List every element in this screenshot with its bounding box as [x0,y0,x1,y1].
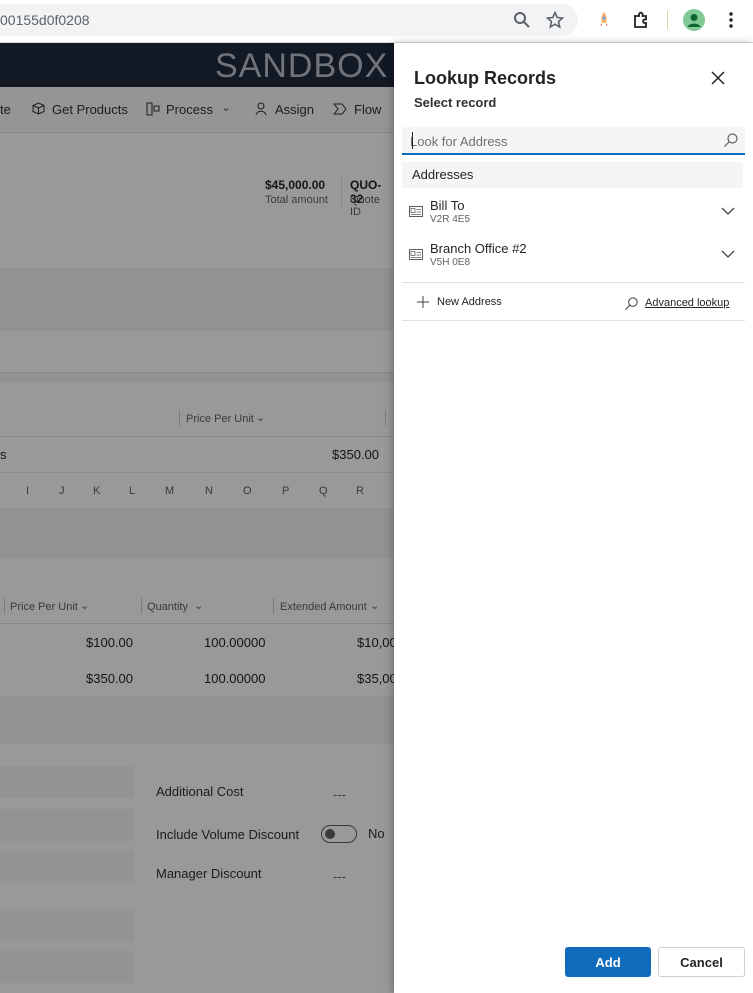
extension-rocket-icon[interactable] [593,9,615,31]
address-bar[interactable]: 00155d0f0208 [0,4,578,36]
advanced-lookup-link[interactable]: Advanced lookup [624,294,729,312]
add-button[interactable]: Add [565,947,651,977]
chevron-down-icon[interactable] [721,206,735,216]
address-bar-url[interactable]: 00155d0f0208 [0,12,90,28]
new-address-button[interactable]: New Address [416,293,502,311]
zoom-icon[interactable] [511,9,533,31]
address-card-icon [409,249,423,260]
chevron-down-icon[interactable] [721,249,735,259]
toolbar-divider [667,11,668,29]
lookup-record[interactable]: Bill To V2R 4E5 [402,194,745,234]
modal-overlay[interactable] [0,43,394,993]
lookup-search-input[interactable] [410,131,710,151]
search-icon [625,296,638,310]
extensions-puzzle-icon[interactable] [630,9,652,31]
group-header-label: Addresses [412,167,474,182]
browser-toolbar: 00155d0f0208 [0,0,753,43]
advanced-lookup-label: Advanced lookup [645,297,730,309]
lookup-search-box[interactable] [402,127,745,155]
panel-title: Lookup Records [414,68,557,88]
browser-menu-icon[interactable] [720,9,742,31]
search-icon[interactable] [723,132,739,148]
plus-icon [417,296,429,308]
addresses-group-header: Addresses [402,162,743,188]
record-postal-code: V5H 0E8 [430,257,471,268]
panel-subtitle: Select record [414,95,497,110]
close-button[interactable] [709,69,727,87]
text-caret [412,132,413,149]
record-postal-code: V2R 4E5 [430,214,471,225]
record-list-divider [402,282,745,283]
address-card-icon [409,206,423,217]
profile-avatar[interactable] [683,9,705,31]
bookmark-star-icon[interactable] [544,9,566,31]
lookup-record[interactable]: Branch Office #2 V5H 0E8 [402,237,745,277]
close-icon[interactable] [709,69,727,87]
record-name: Branch Office #2 [430,241,527,256]
lookup-records-panel: Lookup Records Select record Addresses B… [394,43,753,993]
record-name: Bill To [430,198,465,213]
actions-divider [402,320,745,321]
cancel-button[interactable]: Cancel [658,947,745,977]
new-address-label: New Address [437,296,502,308]
